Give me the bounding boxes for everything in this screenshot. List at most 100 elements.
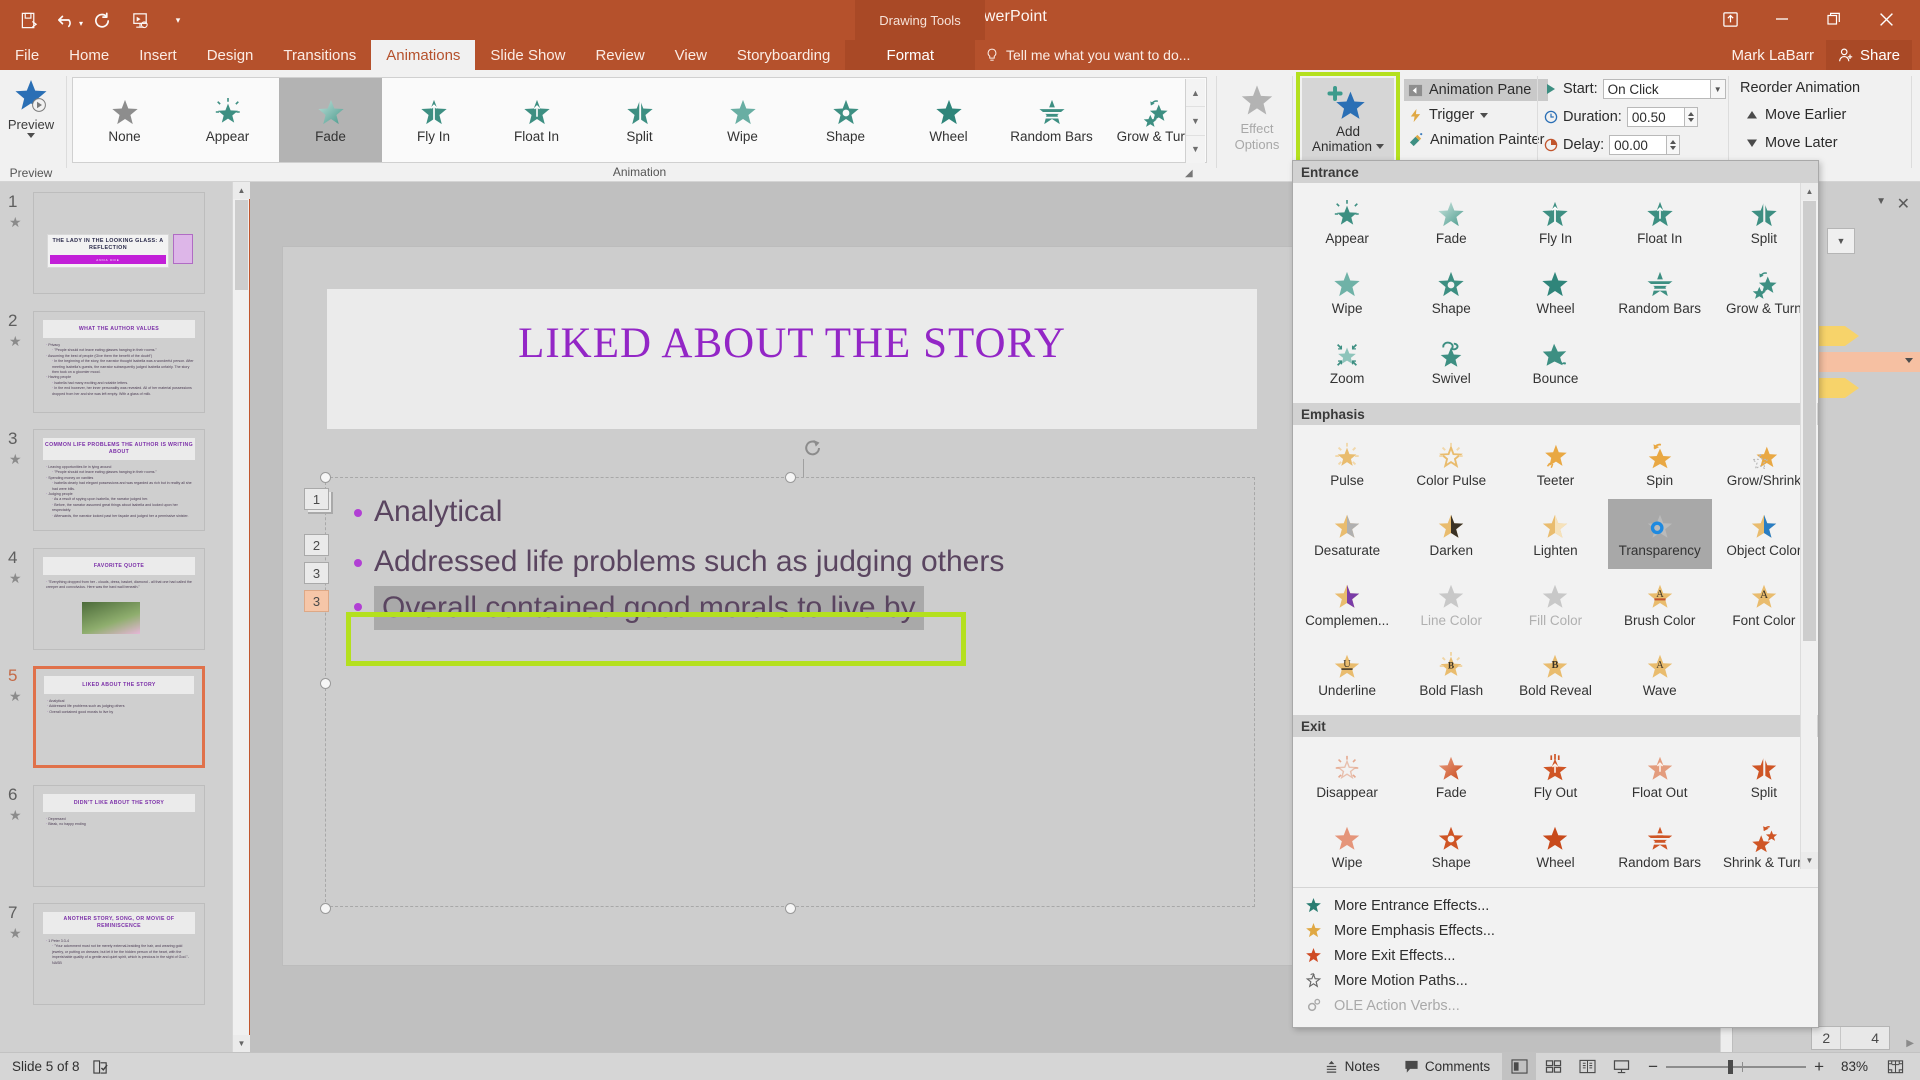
animation-shape[interactable]: Shape bbox=[794, 78, 897, 162]
tab-format[interactable]: Format bbox=[845, 40, 976, 70]
animation-star-icon[interactable]: ★ bbox=[9, 333, 22, 350]
animation-gallery-scrollbar[interactable]: ▲ ▼ ▼ bbox=[1185, 79, 1205, 163]
trigger-button[interactable]: Trigger bbox=[1404, 104, 1548, 126]
more-entrance-effects-item[interactable]: More Entrance Effects... bbox=[1293, 893, 1818, 918]
more-motion-paths-item[interactable]: More Motion Paths... bbox=[1293, 968, 1818, 993]
tell-me-search[interactable]: Tell me what you want to do... bbox=[985, 40, 1190, 70]
slide-title-placeholder[interactable]: LIKED ABOUT THE STORY bbox=[327, 289, 1257, 429]
tab-file[interactable]: File bbox=[0, 40, 54, 70]
duration-value[interactable]: 00.50 bbox=[1626, 107, 1685, 127]
start-dropdown-icon[interactable]: ▼ bbox=[1710, 79, 1726, 99]
dd-exit-shape[interactable]: Shape bbox=[1399, 811, 1503, 881]
zoom-slider-knob[interactable] bbox=[1728, 1059, 1734, 1074]
close-icon[interactable] bbox=[1860, 2, 1912, 36]
dd-entrance-wipe[interactable]: Wipe bbox=[1295, 257, 1399, 327]
animation-tag[interactable]: 2 bbox=[304, 534, 329, 556]
dd-entrance-wheel[interactable]: Wheel bbox=[1503, 257, 1607, 327]
animation-star-icon[interactable]: ★ bbox=[9, 214, 22, 231]
slide-body-placeholder[interactable]: 1 2 3 3 Analytical Addressed life proble… bbox=[304, 472, 1255, 914]
resize-handle-top-center[interactable] bbox=[785, 472, 796, 483]
animation-random-bars[interactable]: Random Bars bbox=[1000, 78, 1103, 162]
animation-star-icon[interactable]: ★ bbox=[9, 807, 22, 824]
move-later-button[interactable]: Move Later bbox=[1746, 135, 1838, 151]
tab-insert[interactable]: Insert bbox=[124, 40, 192, 70]
dd-entrance-swivel[interactable]: Swivel bbox=[1399, 327, 1503, 397]
animation-float-in[interactable]: Float In bbox=[485, 78, 588, 162]
animation-pane-button[interactable]: Animation Pane bbox=[1404, 79, 1549, 101]
resize-handle-middle-left[interactable] bbox=[320, 678, 331, 689]
duration-spinner[interactable] bbox=[1684, 107, 1698, 127]
animation-fade[interactable]: Fade bbox=[279, 78, 382, 162]
delay-spinner[interactable] bbox=[1667, 135, 1681, 155]
tab-storyboarding[interactable]: Storyboarding bbox=[722, 40, 845, 70]
animation-painter-button[interactable]: Animation Painter bbox=[1404, 129, 1548, 151]
animation-tag-selected[interactable]: 3 bbox=[304, 590, 329, 612]
add-animation-dropdown-icon[interactable] bbox=[1376, 144, 1385, 149]
tab-transitions[interactable]: Transitions bbox=[268, 40, 371, 70]
animation-pane-options-icon[interactable]: ▼ bbox=[1876, 196, 1886, 207]
bullet-item[interactable]: Addressed life problems such as judging … bbox=[354, 542, 1234, 582]
dd-exit-disappear[interactable]: Disappear bbox=[1295, 741, 1399, 811]
dd-emphasis-lighten[interactable]: Lighten bbox=[1503, 499, 1607, 569]
thumbnail-scroll-thumb[interactable] bbox=[235, 200, 248, 290]
dd-entrance-bounce[interactable]: Bounce bbox=[1503, 327, 1607, 397]
page-indicator[interactable]: 2 4 bbox=[1811, 1026, 1890, 1050]
dd-exit-fade[interactable]: Fade bbox=[1399, 741, 1503, 811]
minimize-icon[interactable] bbox=[1756, 2, 1808, 36]
animation-tag[interactable]: 3 bbox=[304, 562, 329, 584]
animation-gallery[interactable]: None Appear Fade Fly In Float In Split W… bbox=[72, 77, 1207, 163]
thumbnail-frame[interactable]: DIDN'T LIKE ABOUT THE STORY Depressed Bl… bbox=[33, 785, 205, 887]
start-value[interactable]: On Click bbox=[1602, 79, 1711, 99]
rotate-handle-icon[interactable] bbox=[801, 437, 825, 461]
slide-sorter-view-button[interactable] bbox=[1536, 1053, 1570, 1080]
dd-entrance-appear[interactable]: Appear bbox=[1295, 187, 1399, 257]
tab-review[interactable]: Review bbox=[580, 40, 659, 70]
more-emphasis-effects-item[interactable]: More Emphasis Effects... bbox=[1293, 918, 1818, 943]
thumbnail-frame-selected[interactable]: LIKED ABOUT THE STORY Analytical Address… bbox=[33, 666, 205, 768]
dd-emphasis-color-pulse[interactable]: Color Pulse bbox=[1399, 429, 1503, 499]
dropdown-scroll-up-icon[interactable]: ▲ bbox=[1801, 183, 1818, 200]
fit-to-window-button[interactable] bbox=[1878, 1053, 1912, 1080]
dd-exit-random-bars[interactable]: Random Bars bbox=[1608, 811, 1712, 881]
dd-emphasis-darken[interactable]: Darken bbox=[1399, 499, 1503, 569]
user-name[interactable]: Mark LaBarr bbox=[1731, 47, 1826, 64]
ribbon-display-options-icon[interactable] bbox=[1704, 2, 1756, 36]
dd-exit-wheel[interactable]: Wheel bbox=[1503, 811, 1607, 881]
animation-item-menu-icon[interactable] bbox=[1905, 358, 1913, 363]
add-animation-dropdown[interactable]: Entrance Appear Fade Fly In Float In Spl… bbox=[1292, 160, 1819, 1028]
restore-icon[interactable] bbox=[1808, 2, 1860, 36]
zoom-out-button[interactable]: − bbox=[1648, 1057, 1658, 1077]
slide-thumbnail-pane[interactable]: 1 ★ THE LADY IN THE LOOKING GLASS: A REF… bbox=[0, 182, 232, 1052]
zoom-in-button[interactable]: + bbox=[1814, 1057, 1824, 1077]
dd-entrance-float-in[interactable]: Float In bbox=[1608, 187, 1712, 257]
preview-button[interactable]: Preview bbox=[2, 76, 60, 158]
animation-star-icon[interactable]: ★ bbox=[9, 451, 22, 468]
dd-emphasis-brush-color[interactable]: A Brush Color bbox=[1608, 569, 1712, 639]
dd-entrance-shape[interactable]: Shape bbox=[1399, 257, 1503, 327]
thumbnail-scroll-up-icon[interactable]: ▲ bbox=[233, 182, 250, 199]
effect-options-button[interactable]: Effect Options bbox=[1225, 76, 1289, 158]
gallery-scroll-down-icon[interactable]: ▼ bbox=[1186, 107, 1205, 136]
resize-handle-bottom-left[interactable] bbox=[320, 903, 331, 914]
move-earlier-button[interactable]: Move Earlier bbox=[1746, 107, 1846, 123]
animation-split[interactable]: Split bbox=[588, 78, 691, 162]
gallery-more-icon[interactable]: ▼ bbox=[1186, 136, 1205, 163]
delay-value[interactable]: 00.00 bbox=[1609, 135, 1668, 155]
animation-pane-move-down-button[interactable]: ▼ bbox=[1827, 228, 1855, 254]
notes-button[interactable]: Notes bbox=[1312, 1053, 1392, 1080]
accessibility-checker-icon[interactable] bbox=[92, 1059, 109, 1075]
dd-emphasis-pulse[interactable]: Pulse bbox=[1295, 429, 1399, 499]
dd-entrance-fade[interactable]: Fade bbox=[1399, 187, 1503, 257]
dd-emphasis-bold-reveal[interactable]: B Bold Reveal bbox=[1503, 639, 1607, 709]
next-page-icon[interactable]: ▶ bbox=[1906, 1038, 1914, 1049]
more-exit-effects-item[interactable]: More Exit Effects... bbox=[1293, 943, 1818, 968]
thumbnail-frame[interactable]: FAVORITE QUOTE "Everything dropped from … bbox=[33, 548, 205, 650]
dd-emphasis-teeter[interactable]: Teeter bbox=[1503, 429, 1607, 499]
dd-exit-float-out[interactable]: Float Out bbox=[1608, 741, 1712, 811]
dd-emphasis-spin[interactable]: Spin bbox=[1608, 429, 1712, 499]
dd-emphasis-bold-flash[interactable]: B Bold Flash bbox=[1399, 639, 1503, 709]
tab-design[interactable]: Design bbox=[192, 40, 269, 70]
dd-emphasis-wave[interactable]: A Wave bbox=[1608, 639, 1712, 709]
gallery-scroll-up-icon[interactable]: ▲ bbox=[1186, 79, 1205, 108]
animation-pane-close-icon[interactable]: ✕ bbox=[1897, 194, 1910, 214]
